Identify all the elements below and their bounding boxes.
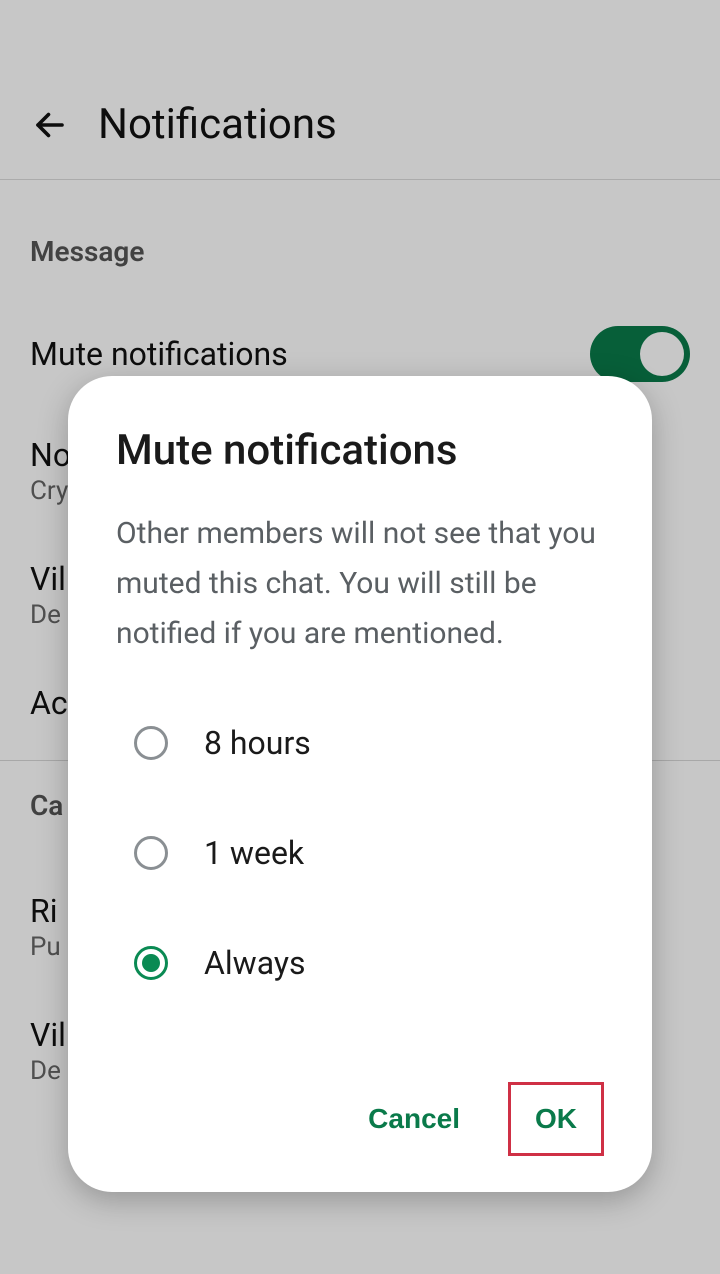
ok-button[interactable]: OK (508, 1082, 604, 1156)
option-always[interactable]: Always (116, 908, 604, 1018)
option-8-hours[interactable]: 8 hours (116, 688, 604, 798)
option-1-week[interactable]: 1 week (116, 798, 604, 908)
radio-icon (134, 836, 168, 870)
mute-dialog: Mute notifications Other members will no… (68, 376, 652, 1192)
dialog-title: Mute notifications (116, 426, 604, 475)
option-label: Always (204, 944, 306, 982)
dialog-actions: Cancel OK (116, 1074, 604, 1156)
radio-icon (134, 726, 168, 760)
cancel-button[interactable]: Cancel (344, 1091, 484, 1147)
dialog-options: 8 hours 1 week Always (116, 688, 604, 1074)
radio-icon (134, 946, 168, 980)
option-label: 1 week (204, 834, 304, 872)
option-label: 8 hours (204, 724, 311, 762)
dialog-description: Other members will not see that you mute… (116, 509, 604, 658)
